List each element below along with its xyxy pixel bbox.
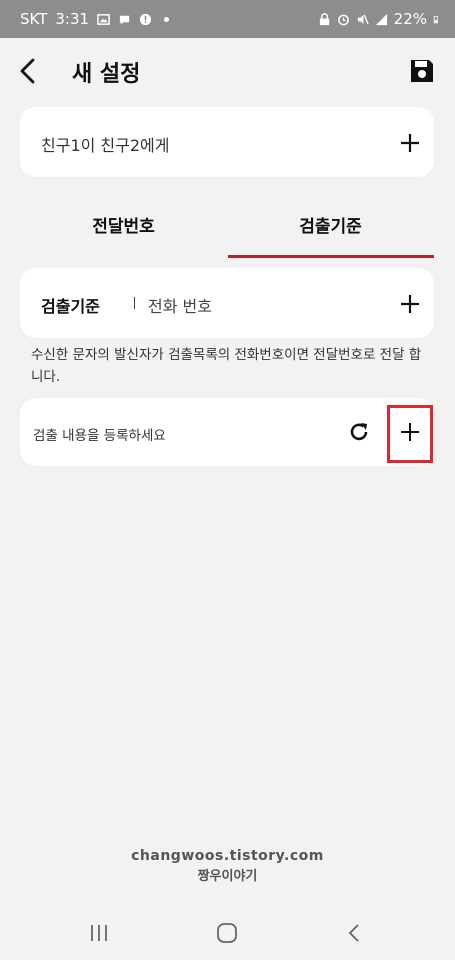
status-bar: SKT 3:31 22%	[0, 0, 455, 38]
status-right: 22%	[318, 10, 441, 28]
tab-detection-criteria[interactable]: 검출기준	[227, 190, 434, 258]
refresh-icon[interactable]	[347, 420, 371, 444]
battery-icon	[433, 15, 438, 23]
signal-icon	[375, 13, 387, 25]
status-left: SKT 3:31	[20, 10, 170, 28]
message-icon	[119, 15, 130, 24]
entry-card[interactable]: 검출 내용을 등록하세요	[20, 398, 434, 466]
carrier-label: SKT	[20, 10, 48, 28]
tab-forward-number[interactable]: 전달번호	[20, 190, 227, 258]
save-icon[interactable]	[409, 58, 435, 84]
recipient-label: 친구1이 친구2에게	[41, 136, 170, 155]
watermark-url: changwoos.tistory.com	[131, 848, 324, 864]
lock-icon	[319, 12, 329, 25]
status-time: 3:31	[55, 10, 90, 28]
tab-selected-indicator	[228, 255, 434, 258]
plus-icon[interactable]	[398, 292, 422, 316]
nav-bar	[0, 908, 455, 960]
criteria-divider	[134, 297, 135, 309]
criteria-value: 전화 번호	[148, 297, 212, 316]
page-title: 새 설정	[72, 62, 141, 87]
alert-icon	[139, 13, 152, 25]
image-icon	[97, 13, 110, 25]
tab-bar: 전달번호 검출기준	[20, 190, 434, 258]
entry-input-placeholder[interactable]: 검출 내용을 등록하세요	[33, 424, 166, 444]
back-icon[interactable]	[340, 918, 370, 948]
plus-icon[interactable]	[398, 131, 422, 155]
criteria-label: 검출기준	[41, 297, 100, 316]
app-header: 새 설정	[0, 38, 455, 104]
chevron-left-icon[interactable]	[14, 56, 44, 86]
recent-apps-icon[interactable]	[84, 918, 114, 948]
home-icon[interactable]	[212, 918, 242, 948]
alarm-icon	[337, 14, 349, 25]
criteria-card[interactable]: 검출기준 전화 번호	[20, 268, 434, 338]
plus-icon[interactable]	[398, 420, 422, 444]
dot-icon	[164, 16, 170, 22]
watermark-blog-name: 짱우이야기	[197, 869, 258, 884]
recipient-card[interactable]: 친구1이 친구2에게	[20, 107, 434, 177]
criteria-description: 수신한 문자의 발신자가 검출목록의 전화번호이면 전달번호로 전달 합니다.	[31, 347, 422, 385]
watermark: changwoos.tistory.com 짱우이야기	[0, 848, 455, 884]
battery-label: 22%	[393, 10, 427, 28]
mute-icon	[357, 14, 369, 24]
